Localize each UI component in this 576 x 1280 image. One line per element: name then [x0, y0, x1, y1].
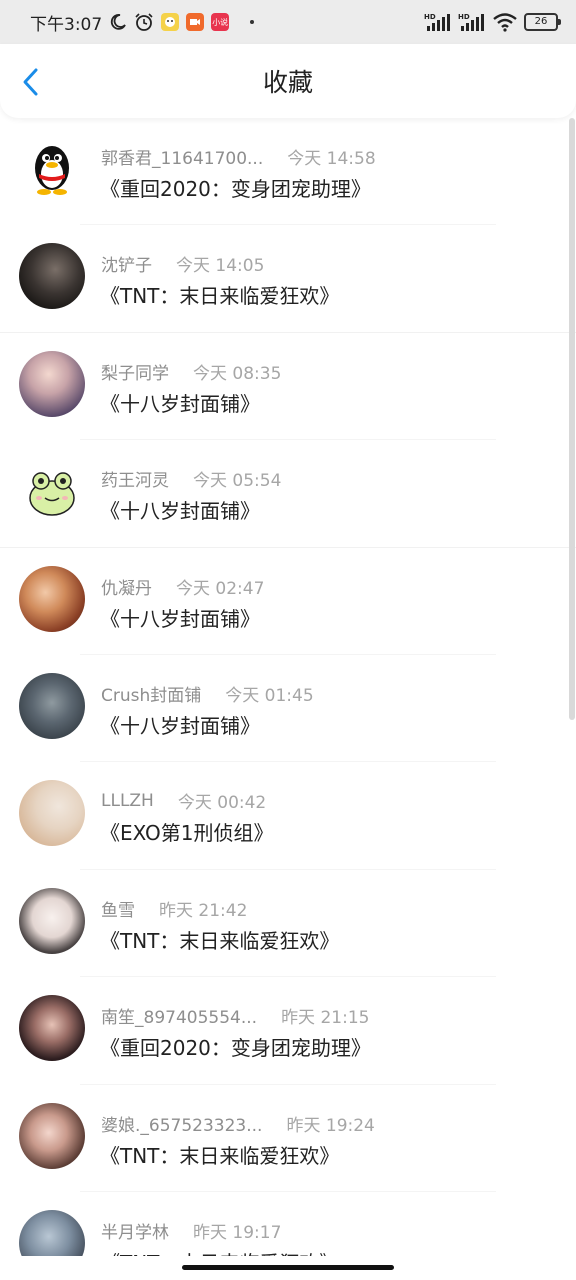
user-name: 半月学林	[101, 1222, 169, 1243]
list-item[interactable]: LLLZH 今天 00:42 《EXO第1刑侦组》	[0, 762, 576, 870]
timestamp: 今天 14:05	[176, 256, 265, 277]
timestamp: 昨天 21:15	[281, 1008, 370, 1029]
penguin-icon	[35, 146, 69, 195]
notification-dot	[250, 20, 255, 24]
app-badge-red-icon: 小说	[211, 13, 230, 31]
favorites-page: 下午3:07 小说 HD HD 26 收藏 郭香君_11641700... 今天…	[0, 0, 576, 1280]
app-badge-yellow-icon	[161, 13, 180, 31]
home-indicator[interactable]	[182, 1265, 394, 1270]
status-bar: 下午3:07 小说 HD HD 26	[0, 0, 576, 44]
back-button[interactable]	[18, 66, 48, 98]
book-title[interactable]: 《重回2020：变身团宠助理》	[100, 173, 371, 202]
wifi-icon	[492, 12, 518, 32]
svg-text:HD: HD	[424, 13, 436, 21]
list-item[interactable]: 郭香君_11641700... 今天 14:58 《重回2020：变身团宠助理》	[0, 118, 576, 226]
frog-icon	[29, 472, 75, 516]
list-item[interactable]: 沈铲子 今天 14:05 《TNT：末日来临爱狂欢》	[0, 225, 576, 333]
avatar[interactable]	[19, 780, 85, 847]
book-title[interactable]: 《十八岁封面铺》	[100, 388, 260, 417]
user-name: 南笙_897405554...	[101, 1008, 258, 1029]
avatar[interactable]	[19, 995, 85, 1062]
list-item[interactable]: 南笙_897405554... 昨天 21:15 《重回2020：变身团宠助理》	[0, 977, 576, 1085]
book-title[interactable]: 《重回2020：变身团宠助理》	[100, 1032, 371, 1061]
timestamp: 今天 00:42	[177, 793, 267, 814]
app-badge-orange-icon	[186, 13, 205, 31]
svg-text:HD: HD	[458, 13, 470, 21]
status-time: 下午3:07	[30, 14, 103, 35]
user-name: 沈铲子	[101, 256, 152, 277]
avatar[interactable]	[19, 350, 85, 417]
user-name: 郭香君_11641700...	[101, 149, 264, 169]
timestamp: 今天 01:45	[225, 685, 314, 706]
book-title[interactable]: 《TNT：末日来临爱狂欢》	[100, 280, 339, 309]
avatar[interactable]	[19, 136, 85, 202]
timestamp: 昨天 21:42	[159, 900, 248, 921]
list-item[interactable]: 鱼雪 昨天 21:42 《TNT：末日来临爱狂欢》	[0, 870, 576, 978]
favorites-list: 郭香君_11641700... 今天 14:58 《重回2020：变身团宠助理》 …	[0, 118, 576, 1280]
avatar[interactable]	[19, 243, 85, 310]
book-title[interactable]: 《十八岁封面铺》	[100, 603, 260, 632]
user-name: Crush封面铺	[101, 685, 202, 706]
timestamp: 今天 14:58	[287, 149, 376, 169]
header: 收藏	[0, 44, 576, 118]
page-title: 收藏	[262, 68, 313, 97]
user-name: 仇凝丹	[101, 578, 152, 599]
user-name: LLLZH	[101, 790, 154, 811]
battery-icon: 26	[524, 13, 561, 31]
avatar[interactable]	[19, 565, 85, 632]
timestamp: 今天 02:47	[176, 578, 265, 599]
list-item[interactable]: Crush封面铺 今天 01:45 《十八岁封面铺》	[0, 655, 576, 763]
timestamp: 今天 08:35	[193, 363, 282, 384]
book-title[interactable]: 《十八岁封面铺》	[100, 710, 260, 739]
list-item[interactable]: 梨子同学 今天 08:35 《十八岁封面铺》	[0, 333, 576, 441]
hd-signal-icon: HD	[424, 12, 452, 32]
avatar[interactable]	[19, 672, 85, 739]
chevron-left-icon	[23, 68, 38, 96]
book-title[interactable]: 《EXO第1刑侦组》	[100, 817, 274, 846]
book-title[interactable]: 《TNT：末日来临爱狂欢》	[100, 925, 339, 954]
book-title[interactable]: 《TNT：末日来临爱狂欢》	[100, 1140, 339, 1169]
moon-icon	[109, 13, 127, 31]
scrollbar[interactable]	[569, 118, 575, 720]
user-name: 婆娘._657523323...	[101, 1115, 263, 1136]
alarm-icon	[134, 12, 154, 32]
timestamp: 今天 05:54	[193, 471, 282, 492]
timestamp: 昨天 19:24	[286, 1115, 375, 1136]
list-item[interactable]: 药王河灵 今天 05:54 《十八岁封面铺》	[0, 440, 576, 548]
book-title[interactable]: 《十八岁封面铺》	[100, 495, 260, 524]
avatar[interactable]	[19, 458, 85, 525]
avatar[interactable]	[19, 887, 85, 954]
timestamp: 昨天 19:17	[193, 1222, 282, 1243]
list-item[interactable]: 仇凝丹 今天 02:47 《十八岁封面铺》	[0, 548, 576, 655]
user-name: 梨子同学	[101, 363, 169, 384]
list-item[interactable]: 婆娘._657523323... 昨天 19:24 《TNT：末日来临爱狂欢》	[0, 1085, 576, 1192]
avatar[interactable]	[19, 1102, 85, 1169]
user-name: 鱼雪	[101, 900, 135, 921]
hd-signal-icon-2: HD	[458, 12, 486, 32]
user-name: 药王河灵	[101, 471, 169, 492]
